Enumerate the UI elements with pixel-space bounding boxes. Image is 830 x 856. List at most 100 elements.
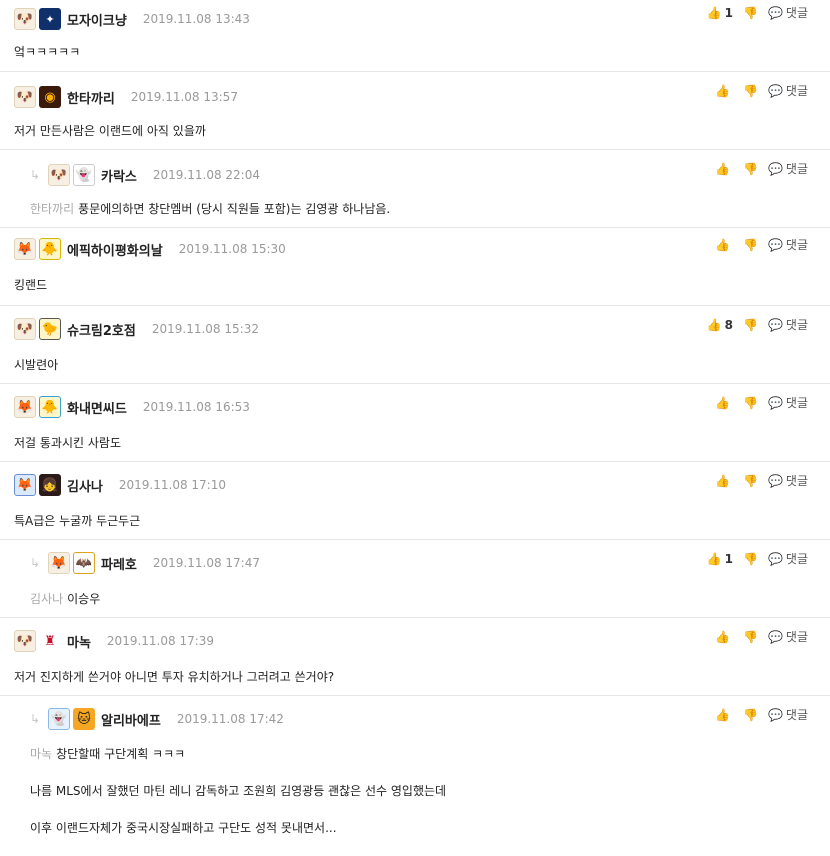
like-count: 1 [724,5,733,20]
comment-item: 🐶 ♜ 마녹 2019.11.08 17:39 👍 👎 💬 댓글 저거 진지하게 … [0,618,830,696]
comment-date: 2019.11.08 15:30 [178,242,286,256]
level-fox-icon: 🦊 [14,396,36,418]
comment-actions: 👍 👎 💬 댓글 [715,160,808,177]
dislike-button[interactable]: 👎 [743,6,758,20]
reply-label: 댓글 [785,238,808,252]
like-button[interactable]: 👍 1 [707,6,733,20]
comment-item: 🐶 🐤 슈크림2호점 2019.11.08 15:32 👍 8 👎 💬 댓글 시발련… [0,306,830,384]
speech-bubble-icon: 💬 [767,237,783,252]
comment-item: 🦊 🐥 에픽하이평화의날 2019.11.08 15:30 👍 👎 💬 댓글 킹랜… [0,228,830,306]
level-ghost-blue-icon: 👻 [48,708,70,730]
comment-actions: 👍 👎 💬 댓글 [715,236,808,253]
comment-nickname[interactable]: 한타까리 [67,88,115,107]
comment-text: 풍문에의하면 창단멤버 (당시 직원들 포함)는 김영광 하나남음. [78,202,391,216]
like-button[interactable]: 👍 1 [707,552,733,566]
comment-date: 2019.11.08 16:53 [142,400,250,414]
comment-line: 마녹 창단할때 구단계획 ㅋㅋㅋ [30,745,446,762]
comment-list: 🐶 ✦ 모자이크냥 2019.11.08 13:43 👍 1 👎 💬 댓글 엌ㅋㅋㅋ… [0,0,830,846]
comment-text-wrap: 마녹 창단할때 구단계획 ㅋㅋㅋ 나름 MLS에서 잘했던 마틴 레니 감독하고 … [30,745,446,856]
reply-button[interactable]: 💬 댓글 [768,550,808,567]
dislike-button[interactable]: 👎 [743,318,758,332]
reply-button[interactable]: 💬 댓글 [768,706,808,723]
thumbs-down-icon: 👎 [743,5,758,20]
comment-actions: 👍 👎 💬 댓글 [715,628,808,645]
reply-button[interactable]: 💬 댓글 [768,82,808,99]
comment-header: 🦊 🐥 화내면씨드 2019.11.08 16:53 [14,394,250,420]
reply-label: 댓글 [785,396,808,410]
comment-actions: 👍 1 👎 💬 댓글 [707,550,808,567]
like-button[interactable]: 👍 [715,630,733,644]
speech-bubble-icon: 💬 [767,317,783,332]
speech-bubble-icon: 💬 [767,551,783,566]
comment-item: 🐶 ◉ 한타까리 2019.11.08 13:57 👍 👎 💬 댓글 저거 만든사… [0,72,830,150]
thumbs-down-icon: 👎 [743,551,758,566]
reply-button[interactable]: 💬 댓글 [768,628,808,645]
comment-nickname[interactable]: 화내면씨드 [67,398,127,417]
reply-item: ↳ 🐶 👻 카락스 2019.11.08 22:04 👍 👎 💬 댓글 한타까리 풍… [0,150,830,228]
comment-nickname[interactable]: 카락스 [101,166,137,185]
comment-actions: 👍 👎 💬 댓글 [715,394,808,411]
like-button[interactable]: 👍 [715,396,733,410]
like-button[interactable]: 👍 [715,708,733,722]
dislike-button[interactable]: 👎 [743,708,758,722]
dislike-button[interactable]: 👎 [743,474,758,488]
speech-bubble-icon: 💬 [767,473,783,488]
comment-nickname[interactable]: 알리바에프 [101,710,161,729]
level-puppy-icon: 🐶 [48,164,70,186]
comment-date: 2019.11.08 22:04 [152,168,260,182]
thumbs-up-icon: 👍 [715,161,730,176]
comment-nickname[interactable]: 모자이크냥 [67,10,127,29]
mention-nickname[interactable]: 김사나 [30,592,63,606]
like-count: 1 [724,551,733,566]
comment-text: 저걸 통과시킨 사람도 [14,436,121,450]
comment-item: 🦊 🐥 화내면씨드 2019.11.08 16:53 👍 👎 💬 댓글 저걸 통과… [0,384,830,462]
like-button[interactable]: 👍 [715,84,733,98]
reply-button[interactable]: 💬 댓글 [768,394,808,411]
comment-text: 특A급은 누굴까 두근두근 [14,514,141,528]
mention-nickname[interactable]: 마녹 [30,747,52,761]
comment-text: 킹랜드 [14,278,48,292]
comment-text-wrap: 한타까리 풍문에의하면 창단멤버 (당시 직원들 포함)는 김영광 하나남음. [30,200,390,217]
reply-label: 댓글 [785,6,808,20]
fire-ball-avatar-icon: ◉ [39,86,61,108]
like-button[interactable]: 👍 [715,238,733,252]
dislike-button[interactable]: 👎 [743,552,758,566]
speech-bubble-icon: 💬 [767,161,783,176]
reply-button[interactable]: 💬 댓글 [768,4,808,21]
like-button[interactable]: 👍 [715,474,733,488]
reply-label: 댓글 [785,708,808,722]
dislike-button[interactable]: 👎 [743,238,758,252]
dislike-button[interactable]: 👎 [743,162,758,176]
reply-button[interactable]: 💬 댓글 [768,316,808,333]
mention-nickname[interactable]: 한타까리 [30,202,74,216]
like-button[interactable]: 👍 [715,162,733,176]
level-fox-blue-icon: 🦊 [14,474,36,496]
comment-text: 저거 만든사람은 이랜드에 아직 있을까 [14,124,206,138]
comment-header: 🐶 ◉ 한타까리 2019.11.08 13:57 [14,84,238,110]
thumbs-down-icon: 👎 [743,629,758,644]
comment-nickname[interactable]: 김사나 [67,476,103,495]
comment-date: 2019.11.08 17:47 [152,556,260,570]
thumbs-down-icon: 👎 [743,317,758,332]
dislike-button[interactable]: 👎 [743,630,758,644]
comment-nickname[interactable]: 에픽하이평화의날 [67,240,163,259]
reply-button[interactable]: 💬 댓글 [768,160,808,177]
comment-nickname[interactable]: 파레호 [101,554,137,573]
comment-nickname[interactable]: 슈크림2호점 [67,320,136,339]
thumbs-up-icon: 👍 [706,551,722,566]
comment-nickname[interactable]: 마녹 [67,632,91,651]
dislike-button[interactable]: 👎 [743,84,758,98]
reply-button[interactable]: 💬 댓글 [768,236,808,253]
comment-text: 엌ㅋㅋㅋㅋㅋ [14,45,81,59]
reply-button[interactable]: 💬 댓글 [768,472,808,489]
comment-header: ↳ 🦊 🦇 파레호 2019.11.08 17:47 [30,550,260,576]
liverpool-crest-avatar-icon: ♜ [39,630,61,652]
comment-text: 시발련아 [14,358,59,372]
comment-text: 저거 진지하게 쓴거야 아니면 투자 유치하거나 그러려고 쓴거야? [14,670,335,684]
comment-actions: 👍 👎 💬 댓글 [715,82,808,99]
reply-label: 댓글 [785,162,808,176]
thumbs-down-icon: 👎 [743,473,758,488]
dislike-button[interactable]: 👎 [743,396,758,410]
like-button[interactable]: 👍 8 [707,318,733,332]
yellow-chick-avatar-icon: 🐥 [39,396,61,418]
